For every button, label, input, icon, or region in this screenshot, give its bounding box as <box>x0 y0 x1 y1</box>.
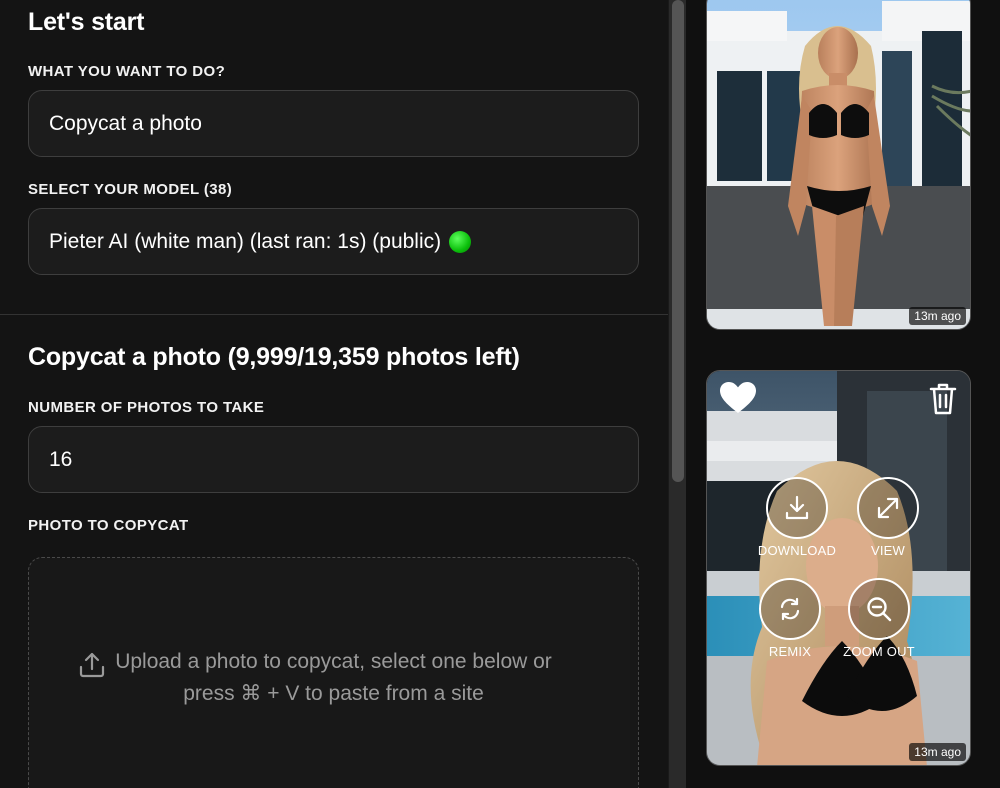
photo-to-copycat-label: PHOTO TO COPYCAT <box>28 517 189 534</box>
remix-button[interactable] <box>759 578 821 640</box>
task-select[interactable]: Copycat a photo <box>28 90 639 157</box>
photo-count-label: NUMBER OF PHOTOS TO TAKE <box>28 399 265 416</box>
upload-line-1: Upload a photo to copycat, select one be… <box>115 650 552 673</box>
section-divider <box>0 314 668 315</box>
photo-timestamp: 13m ago <box>909 743 966 761</box>
view-label: VIEW <box>870 543 906 558</box>
remix-label: REMIX <box>768 644 812 659</box>
view-button[interactable] <box>857 477 919 539</box>
photo-dropzone[interactable]: Upload a photo to copycat, select one be… <box>28 557 639 788</box>
trash-icon[interactable] <box>929 383 957 415</box>
task-select-value: Copycat a photo <box>49 111 202 135</box>
photo-count-input[interactable]: 16 <box>28 426 639 493</box>
copycat-heading: Copycat a photo (9,999/19,359 photos lef… <box>28 343 520 371</box>
form-heading: Let's start <box>28 8 145 36</box>
generated-photo-image <box>707 0 970 329</box>
model-select[interactable]: Pieter AI (white man) (last ran: 1s) (pu… <box>28 208 639 275</box>
zoom-out-button[interactable] <box>848 578 910 640</box>
model-status-dot <box>449 230 472 253</box>
model-select-value: Pieter AI (white man) (last ran: 1s) (pu… <box>49 229 442 253</box>
generator-panel: Let's start WHAT YOU WANT TO DO? Copycat… <box>0 0 668 788</box>
generated-photo-image <box>707 371 970 765</box>
download-label: DOWNLOAD <box>757 543 837 558</box>
scrollbar[interactable] <box>668 0 686 788</box>
upload-line-2: press ⌘ + V to paste from a site <box>183 682 484 705</box>
remix-icon <box>780 597 800 621</box>
gallery-panel: 13m ago DOWNLOAD VIEW REMIX ZOOM OUT 13m… <box>686 0 1000 788</box>
task-label: WHAT YOU WANT TO DO? <box>28 63 226 80</box>
zoom-out-label: ZOOM OUT <box>843 644 915 659</box>
upload-instructions: Upload a photo to copycat, select one be… <box>29 646 638 710</box>
model-label: SELECT YOUR MODEL (38) <box>28 181 233 198</box>
scrollbar-thumb[interactable] <box>672 0 684 482</box>
heart-icon[interactable] <box>719 381 757 415</box>
zoom-out-icon <box>867 597 892 622</box>
photo-timestamp: 13m ago <box>909 307 966 325</box>
download-button[interactable] <box>766 477 828 539</box>
download-icon <box>785 495 809 520</box>
gallery-photo-1[interactable]: 13m ago <box>706 0 971 330</box>
photo-count-value: 16 <box>49 447 73 471</box>
gallery-photo-2[interactable]: DOWNLOAD VIEW REMIX ZOOM OUT 13m ago <box>706 370 971 766</box>
expand-icon <box>877 497 899 519</box>
